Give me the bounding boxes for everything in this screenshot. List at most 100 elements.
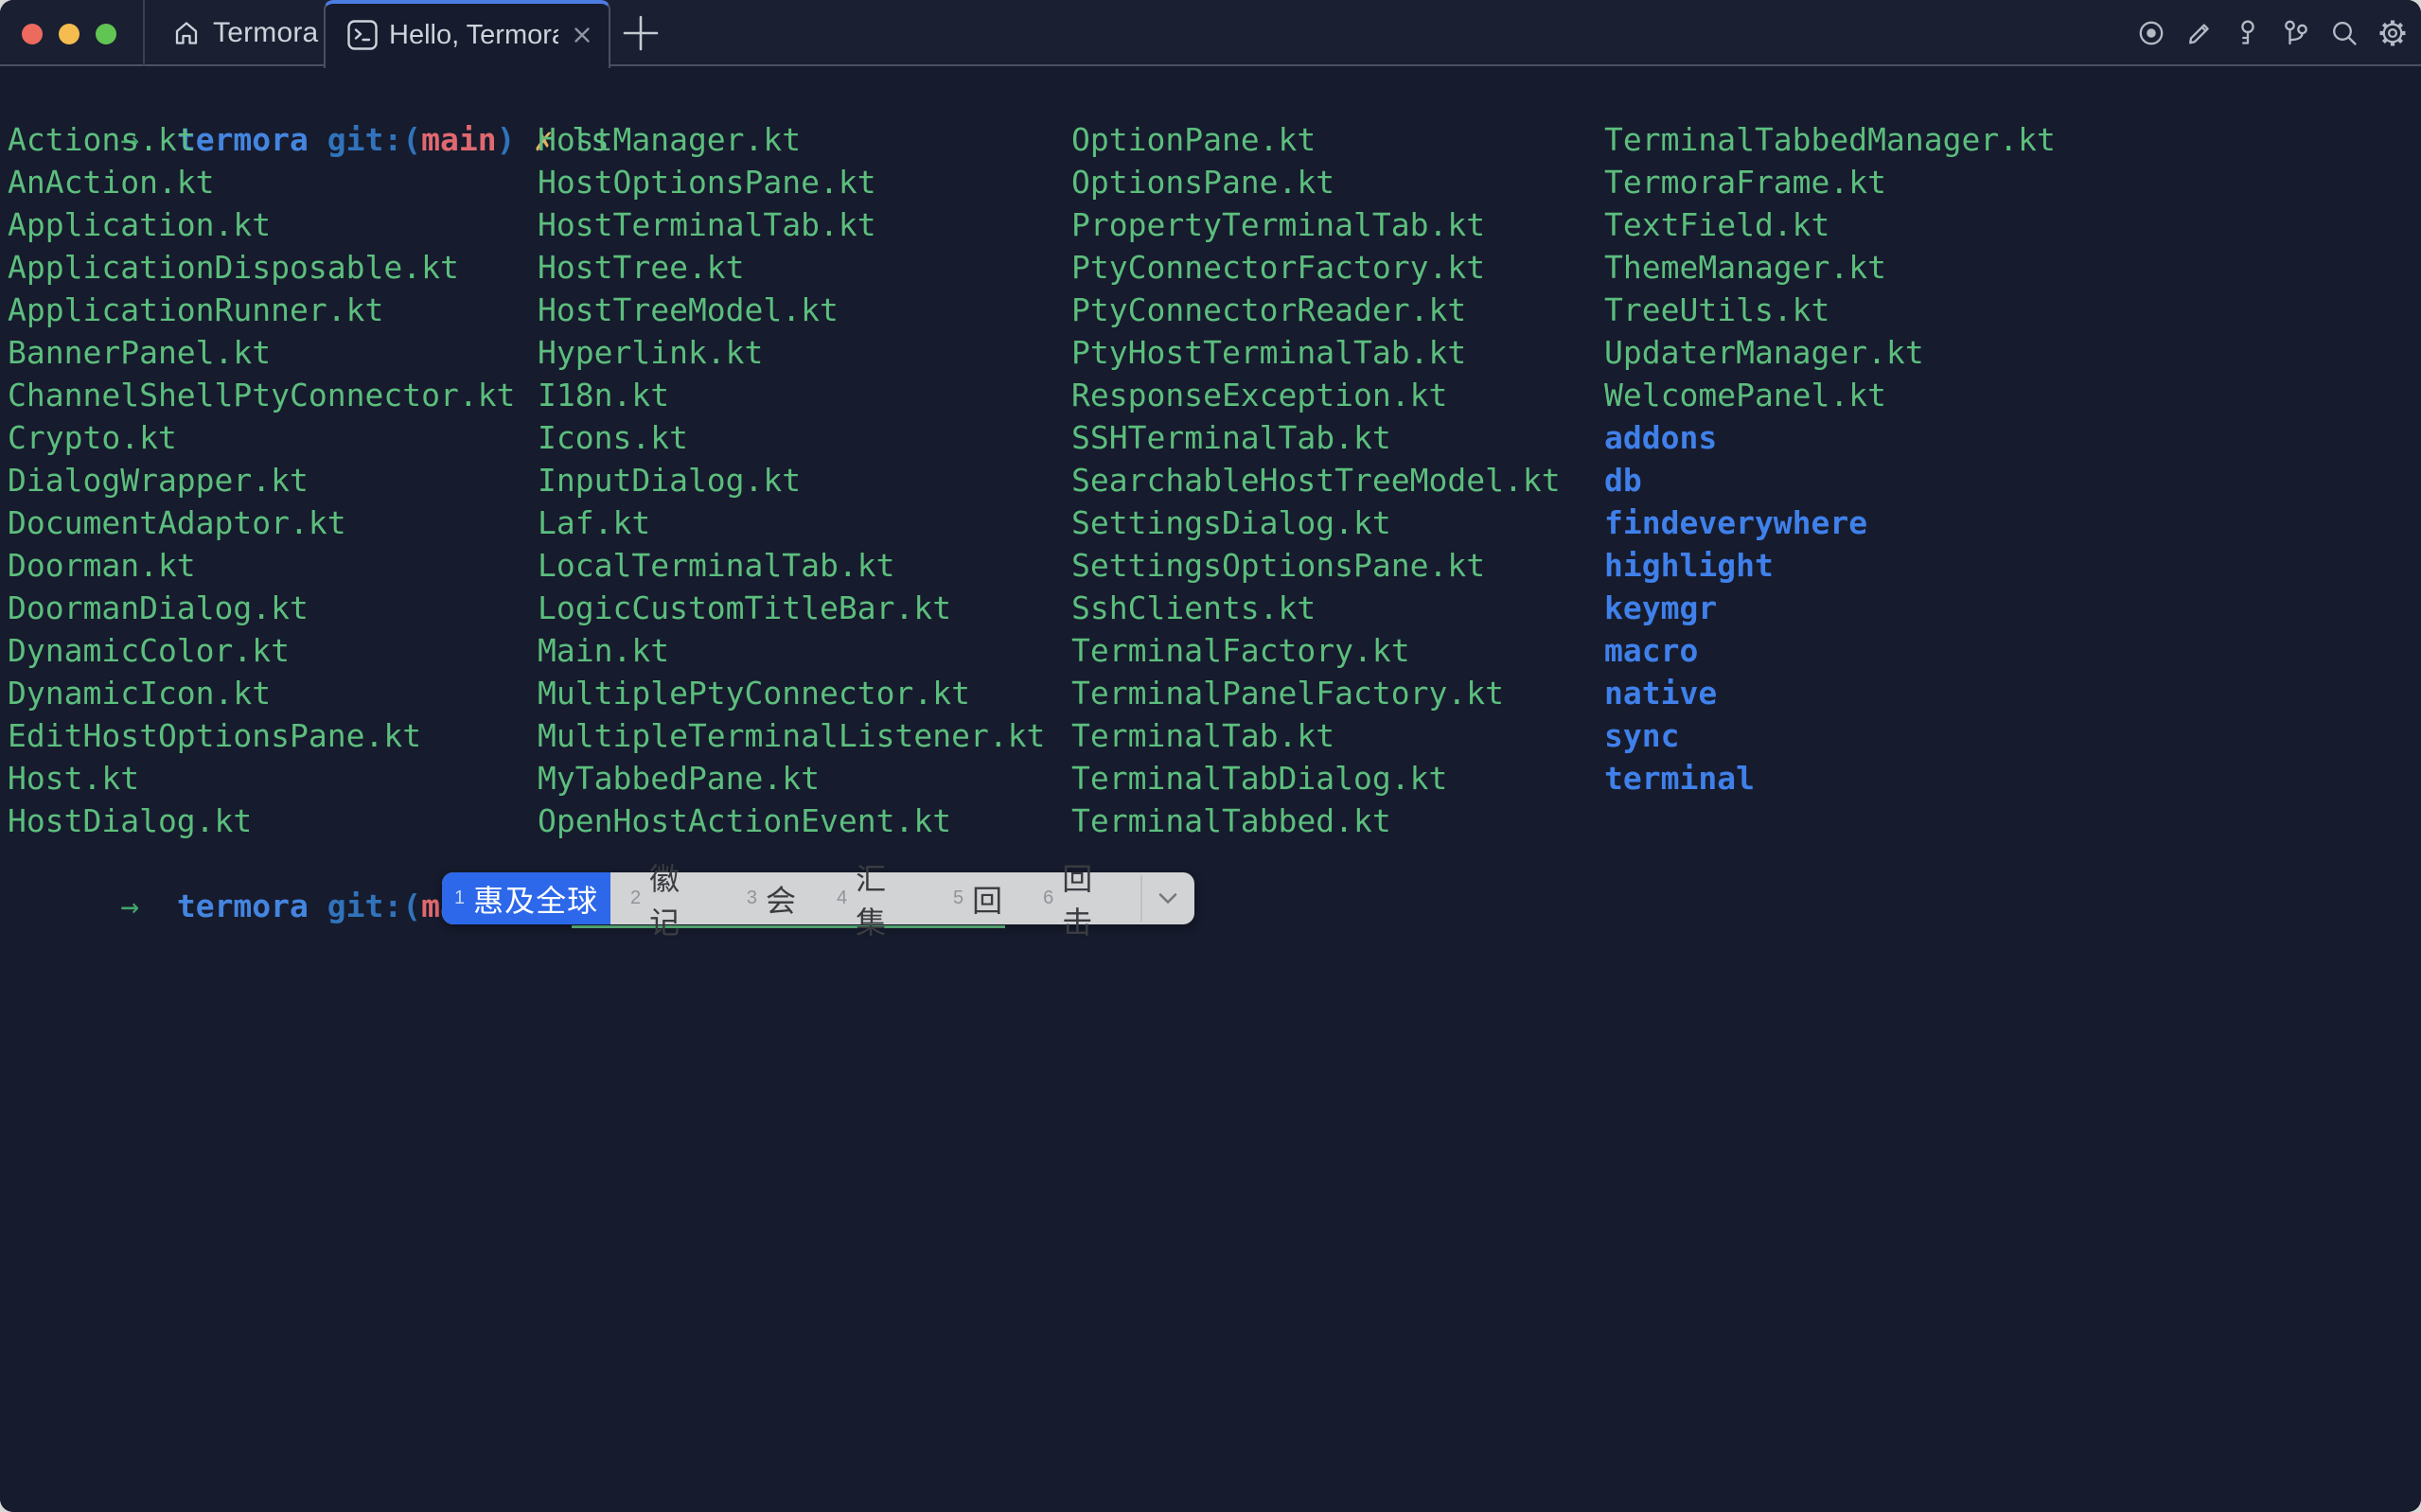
dir-entry: terminal	[1604, 757, 2056, 800]
ime-candidate[interactable]: 3会	[727, 872, 817, 924]
tab-label: Hello, Termora!	[389, 20, 558, 51]
file-entry: Icons.kt	[538, 416, 1045, 459]
file-entry: DynamicIcon.kt	[8, 672, 515, 714]
candidate-text: 会	[766, 877, 797, 921]
file-entry: InputDialog.kt	[538, 459, 1045, 501]
file-entry: LogicCustomTitleBar.kt	[538, 587, 1045, 629]
dir-entry: highlight	[1604, 544, 2056, 587]
file-entry: MultiplePtyConnector.kt	[538, 672, 1045, 714]
file-entry: PtyConnectorFactory.kt	[1071, 246, 1561, 289]
dir-entry: findeverywhere	[1604, 501, 2056, 544]
minimize-window-button[interactable]	[59, 24, 80, 44]
ime-candidate[interactable]: 2徽记	[610, 872, 727, 924]
file-entry: SSHTerminalTab.kt	[1071, 416, 1561, 459]
file-entry: SettingsOptionsPane.kt	[1071, 544, 1561, 587]
dir-entry: native	[1604, 672, 2056, 714]
titlebar-divider	[143, 0, 145, 66]
file-entry: Laf.kt	[538, 501, 1045, 544]
ime-candidate-selected[interactable]: 1 惠及全球	[442, 872, 610, 924]
record-icon[interactable]	[2136, 18, 2166, 48]
prompt-cwd: termora	[177, 888, 309, 924]
zoom-window-button[interactable]	[96, 24, 116, 44]
file-entry: DocumentAdaptor.kt	[8, 501, 515, 544]
file-entry: HostDialog.kt	[8, 800, 515, 842]
ime-candidate[interactable]: 6回击	[1023, 872, 1140, 924]
dir-entry: sync	[1604, 714, 2056, 757]
candidate-number: 2	[630, 888, 641, 909]
file-entry: UpdaterManager.kt	[1604, 331, 2056, 374]
file-entry: SettingsDialog.kt	[1071, 501, 1561, 544]
candidate-number: 4	[837, 888, 847, 909]
ls-col4: TerminalTabbedManager.ktTermoraFrame.kt T…	[1604, 118, 2056, 800]
file-entry: Application.kt	[8, 203, 515, 246]
ime-expand-button[interactable]	[1141, 872, 1194, 924]
candidate-text: 徽记	[649, 855, 707, 942]
file-entry: TerminalFactory.kt	[1071, 629, 1561, 672]
home-icon	[172, 19, 201, 47]
dir-entry: keymgr	[1604, 587, 2056, 629]
file-entry: WelcomePanel.kt	[1604, 374, 2056, 416]
dir-entry: macro	[1604, 629, 2056, 672]
file-entry: OptionsPane.kt	[1071, 161, 1561, 203]
file-entry: MultipleTerminalListener.kt	[538, 714, 1045, 757]
file-entry: I18n.kt	[538, 374, 1045, 416]
candidate-text: 回	[972, 877, 1003, 921]
tab-hello-termora[interactable]: Hello, Termora!	[324, 0, 610, 68]
file-entry: PtyConnectorReader.kt	[1071, 289, 1561, 331]
home-tab[interactable]: Termora	[172, 0, 318, 66]
file-entry: TerminalTab.kt	[1071, 714, 1561, 757]
file-entry: SshClients.kt	[1071, 587, 1561, 629]
ls-col2: HostManager.ktHostOptionsPane.ktHostTerm…	[538, 118, 1045, 842]
file-entry: Host.kt	[8, 757, 515, 800]
file-entry: TerminalPanelFactory.kt	[1071, 672, 1561, 714]
close-window-button[interactable]	[22, 24, 43, 44]
file-entry: TerminalTabbed.kt	[1071, 800, 1561, 842]
dir-entry: addons	[1604, 416, 2056, 459]
branch-icon[interactable]	[2281, 18, 2311, 48]
termora-window: Termora Hello, Termora!	[0, 0, 2421, 1512]
file-entry: Doorman.kt	[8, 544, 515, 587]
file-entry: DynamicColor.kt	[8, 629, 515, 672]
tab-close-icon[interactable]	[569, 22, 595, 48]
file-entry: HostTreeModel.kt	[538, 289, 1045, 331]
file-entry: ApplicationRunner.kt	[8, 289, 515, 331]
prompt-arrow: →	[120, 888, 177, 924]
key-icon[interactable]	[2233, 18, 2263, 48]
dir-entry: db	[1604, 459, 2056, 501]
file-entry: TreeUtils.kt	[1604, 289, 2056, 331]
file-entry: ApplicationDisposable.kt	[8, 246, 515, 289]
file-entry: Crypto.kt	[8, 416, 515, 459]
edit-icon[interactable]	[2184, 18, 2215, 48]
ime-candidate-list: 2徽记3会4汇集5回6回击	[610, 872, 1140, 924]
file-entry: TerminalTabDialog.kt	[1071, 757, 1561, 800]
file-entry: HostTree.kt	[538, 246, 1045, 289]
file-entry: ResponseException.kt	[1071, 374, 1561, 416]
candidate-text: 回击	[1062, 855, 1120, 942]
chevron-down-icon	[1157, 892, 1178, 905]
ime-candidate[interactable]: 4汇集	[817, 872, 933, 924]
ime-candidate[interactable]: 5回	[933, 872, 1023, 924]
ls-col3: OptionPane.ktOptionsPane.ktPropertyTermi…	[1071, 118, 1561, 842]
candidate-number: 5	[953, 888, 963, 909]
terminal-tab-icon	[346, 19, 379, 51]
file-entry: TermoraFrame.kt	[1604, 161, 2056, 203]
ls-col1: Actions.ktAnAction.ktApplication.ktAppli…	[8, 118, 515, 842]
file-entry: AnAction.kt	[8, 161, 515, 203]
traffic-lights	[22, 24, 116, 44]
candidate-number: 6	[1043, 888, 1053, 909]
new-tab-button[interactable]	[621, 13, 661, 53]
prompt-line-1: → termora git:(main) ✗ ls	[8, 76, 610, 118]
candidate-number: 1	[454, 888, 465, 909]
file-entry: BannerPanel.kt	[8, 331, 515, 374]
file-entry: HostOptionsPane.kt	[538, 161, 1045, 203]
file-entry: MyTabbedPane.kt	[538, 757, 1045, 800]
file-entry: ChannelShellPtyConnector.kt	[8, 374, 515, 416]
git-prefix: git:(	[309, 888, 421, 924]
terminal-area[interactable]: → termora git:(main) ✗ ls Actions.ktAnAc…	[0, 68, 2421, 1512]
file-entry: Hyperlink.kt	[538, 331, 1045, 374]
search-icon[interactable]	[2329, 18, 2359, 48]
settings-gear-icon[interactable]	[2377, 18, 2408, 48]
file-entry: TerminalTabbedManager.kt	[1604, 118, 2056, 161]
file-entry: EditHostOptionsPane.kt	[8, 714, 515, 757]
toolbar	[2136, 0, 2408, 66]
